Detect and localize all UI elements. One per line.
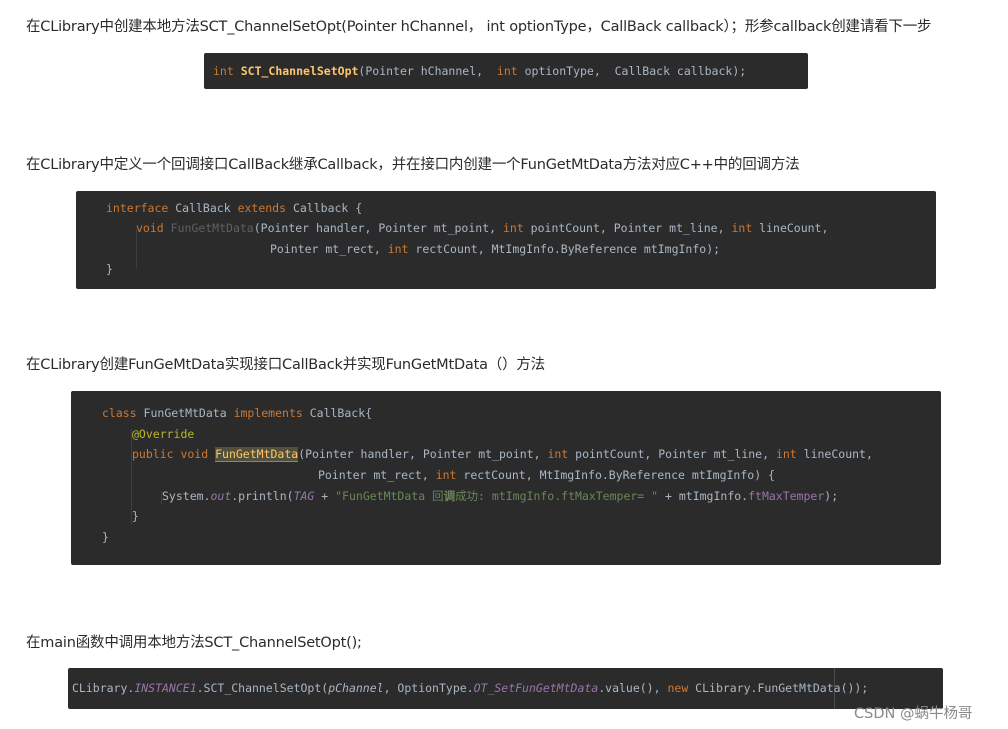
- paragraph-2: 在CLibrary中定义一个回调接口CallBack继承Callback，并在接…: [26, 157, 800, 173]
- keyword: int: [775, 447, 797, 461]
- code-text: rectCount, MtImgInfo.ByReference mtImgIn…: [408, 242, 721, 256]
- parameter: pChannel: [328, 681, 384, 695]
- code-text: System.: [162, 489, 211, 503]
- code-line: System.out.println(TAG + "FunGetMtData 回…: [162, 486, 838, 506]
- code-line: }: [132, 506, 139, 526]
- code-line: CLibrary.INSTANCE1.SCT_ChannelSetOpt(pCh…: [72, 678, 868, 698]
- code-line: Pointer mt_rect, int rectCount, MtImgInf…: [270, 239, 720, 259]
- keyword: interface: [106, 201, 169, 215]
- csdn-watermark: CSDN @蜗牛杨哥: [854, 706, 973, 722]
- keyword: implements: [233, 406, 303, 420]
- keyword: class: [102, 406, 137, 420]
- string-literal: "FunGetMtData 回: [335, 489, 444, 503]
- paragraph-4: 在main函数中调用本地方法SCT_ChannelSetOpt();: [26, 635, 362, 651]
- string-literal: 成功: mtImgInfo.ftMaxTemper= ": [455, 489, 659, 503]
- code-text: );: [824, 489, 839, 503]
- constant: TAG: [293, 489, 315, 503]
- code-line: Pointer mt_rect, int rectCount, MtImgInf…: [318, 465, 775, 485]
- code-text: , OptionType.: [383, 681, 474, 695]
- keyword: extends: [237, 201, 287, 215]
- keyword: void: [136, 221, 164, 235]
- function-name-highlighted: FunGetMtData: [215, 447, 299, 462]
- code-text: .SCT_ChannelSetOpt(: [196, 681, 329, 695]
- code-line: @Override: [132, 424, 194, 444]
- code-text: pointCount, Pointer mt_line,: [568, 447, 776, 461]
- code-text: Pointer mt_rect,: [318, 468, 436, 482]
- paragraph-3: 在CLibrary创建FunGeMtData实现接口CallBack并实现Fun…: [26, 357, 545, 373]
- keyword: public void: [132, 447, 209, 461]
- code-line: interface CallBack extends Callback {: [106, 198, 362, 218]
- code-text: .value(),: [598, 681, 668, 695]
- code-line: void FunGetMtData(Pointer handler, Point…: [136, 218, 828, 238]
- code-block-4: CLibrary.INSTANCE1.SCT_ChannelSetOpt(pCh…: [68, 668, 943, 709]
- code-text: Callback {: [286, 201, 363, 215]
- closing-brace: }: [106, 262, 113, 276]
- code-text: (Pointer hChannel,: [358, 64, 497, 78]
- code-text: CallBack{: [302, 406, 373, 420]
- code-block-2: interface CallBack extends Callback { vo…: [76, 191, 936, 289]
- code-line: class FunGetMtData implements CallBack{: [102, 403, 372, 423]
- function-name: SCT_ChannelSetOpt: [240, 64, 359, 78]
- string-literal-bold: 调: [443, 489, 456, 503]
- code-text: CLibrary.: [72, 681, 135, 695]
- code-text: +: [314, 489, 336, 503]
- keyword: int: [387, 242, 409, 256]
- code-block-3: class FunGetMtData implements CallBack{ …: [71, 391, 941, 565]
- code-text: FunGetMtData: [136, 406, 234, 420]
- method-name-unused: FunGetMtData: [163, 221, 254, 235]
- code-text: (Pointer handler, Pointer mt_point,: [253, 221, 503, 235]
- code-text: .println(: [231, 489, 294, 503]
- keyword: int: [502, 221, 524, 235]
- code-text: lineCount,: [752, 221, 829, 235]
- code-text: lineCount,: [796, 447, 873, 461]
- code-block-1: int SCT_ChannelSetOpt(Pointer hChannel, …: [204, 53, 808, 89]
- code-text: (Pointer handler, Pointer mt_point,: [298, 447, 548, 461]
- closing-brace: }: [102, 530, 109, 544]
- code-text: Pointer mt_rect,: [270, 242, 388, 256]
- keyword: int: [435, 468, 457, 482]
- keyword: int: [496, 64, 518, 78]
- closing-brace: }: [132, 509, 139, 523]
- keyword: new: [667, 681, 689, 695]
- enum-constant: OT_SetFunGetMtData: [473, 681, 599, 695]
- field-name: ftMaxTemper: [748, 489, 825, 503]
- code-text: optionType, CallBack callback);: [517, 64, 747, 78]
- code-text: CLibrary.FunGetMtData());: [688, 681, 869, 695]
- code-line: int SCT_ChannelSetOpt(Pointer hChannel, …: [213, 61, 746, 81]
- static-field: out: [210, 489, 232, 503]
- static-field: INSTANCE1: [134, 681, 197, 695]
- code-text: + mtImgInfo.: [658, 489, 749, 503]
- paragraph-1: 在CLibrary中创建本地方法SCT_ChannelSetOpt(Pointe…: [26, 19, 932, 35]
- keyword: int: [731, 221, 753, 235]
- code-line: public void FunGetMtData(Pointer handler…: [132, 444, 873, 464]
- keyword: int: [547, 447, 569, 461]
- annotation: @Override: [132, 427, 195, 441]
- code-text: CallBack: [168, 201, 238, 215]
- keyword: int: [213, 64, 234, 78]
- code-line: }: [102, 527, 109, 547]
- code-text: rectCount, MtImgInfo.ByReference mtImgIn…: [456, 468, 775, 482]
- code-line: }: [106, 259, 113, 279]
- code-text: pointCount, Pointer mt_line,: [523, 221, 732, 235]
